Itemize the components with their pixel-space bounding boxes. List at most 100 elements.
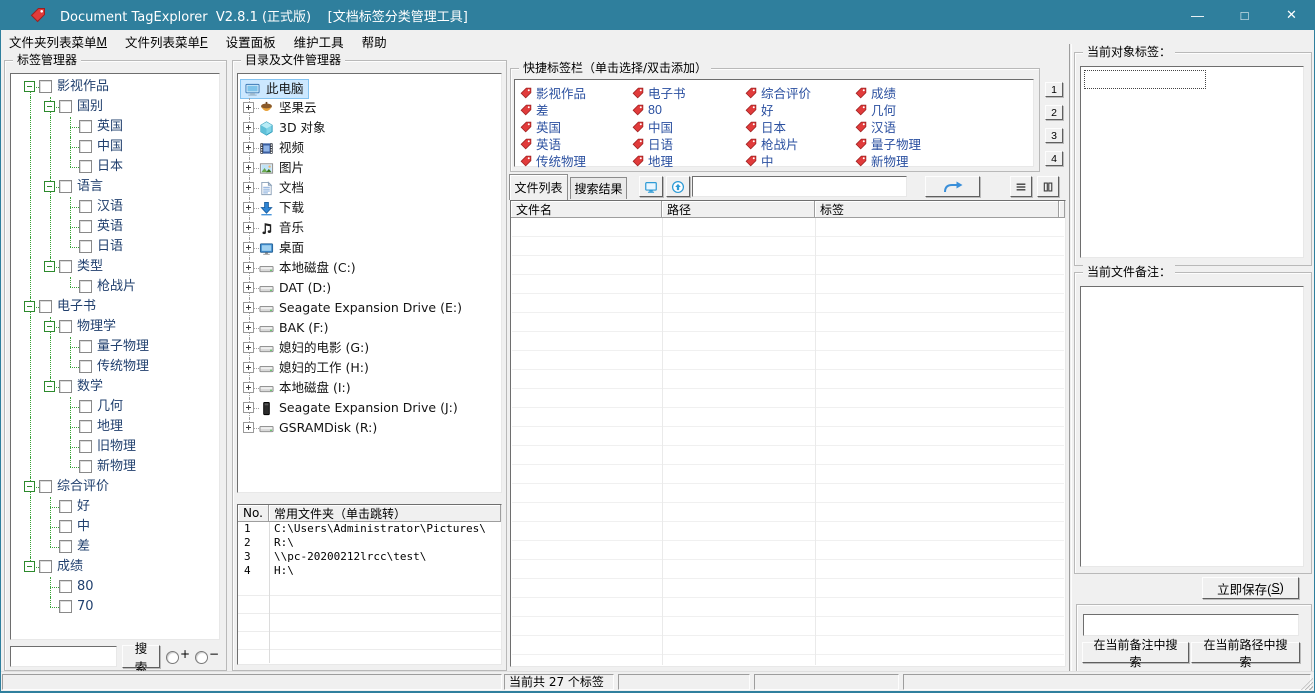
collapse-toggle-icon[interactable] <box>24 301 35 312</box>
expand-toggle-icon[interactable] <box>243 362 254 373</box>
tag-checkbox[interactable] <box>59 580 72 593</box>
quick-tag-page-button-3[interactable]: 3 <box>1045 128 1063 143</box>
save-now-button[interactable]: 立即保存(S) <box>1202 577 1299 599</box>
column-view-button[interactable] <box>1037 176 1059 197</box>
tag-tree-item[interactable]: 英国 <box>11 117 219 137</box>
tag-checkbox[interactable] <box>79 240 92 253</box>
tag-tree[interactable]: 影视作品国别英国中国日本语言汉语英语日语类型枪战片电子书物理学量子物理传统物理数… <box>10 73 220 640</box>
quick-tag[interactable]: 新物理 <box>855 152 1033 169</box>
column-header-path[interactable]: 路径 <box>662 201 815 218</box>
expand-toggle-icon[interactable] <box>243 102 254 113</box>
directory-item[interactable]: Seagate Expansion Drive (E:) <box>238 298 501 318</box>
expand-toggle-icon[interactable] <box>243 322 254 333</box>
tag-checkbox[interactable] <box>59 380 72 393</box>
tag-tree-item[interactable]: 成绩 <box>11 557 219 577</box>
show-computer-button[interactable] <box>639 176 663 197</box>
tag-tree-item[interactable]: 物理学 <box>11 317 219 337</box>
column-header-folder[interactable]: 常用文件夹（单击跳转） <box>269 505 501 522</box>
expand-all-radio[interactable] <box>166 651 179 664</box>
quick-tag[interactable]: 中国 <box>632 118 745 135</box>
tag-tree-item[interactable]: 好 <box>11 497 219 517</box>
quick-tag[interactable]: 汉语 <box>855 118 1033 135</box>
menu-item-文件列表菜单[interactable]: 文件列表菜单F <box>116 30 217 53</box>
note-search-input[interactable] <box>1083 614 1299 636</box>
collapse-toggle-icon[interactable] <box>44 381 55 392</box>
tag-checkbox[interactable] <box>79 160 92 173</box>
list-view-button[interactable] <box>1010 176 1032 197</box>
tag-checkbox[interactable] <box>39 300 52 313</box>
quick-tag[interactable]: 量子物理 <box>855 135 1033 152</box>
common-folder-row[interactable]: 2R:\ <box>238 536 501 550</box>
expand-toggle-icon[interactable] <box>243 202 254 213</box>
directory-item[interactable]: 文档 <box>238 178 501 198</box>
maximize-button[interactable]: □ <box>1221 0 1268 30</box>
column-header-tags[interactable]: 标签 <box>815 201 1059 218</box>
tag-checkbox[interactable] <box>59 520 72 533</box>
collapse-toggle-icon[interactable] <box>24 561 35 572</box>
menu-item-文件夹列表菜单[interactable]: 文件夹列表菜单M <box>0 30 116 53</box>
quick-tag[interactable]: 日本 <box>745 118 855 135</box>
directory-item[interactable]: 媳妇的电影 (G:) <box>238 338 501 358</box>
expand-toggle-icon[interactable] <box>243 162 254 173</box>
tag-checkbox[interactable] <box>79 340 92 353</box>
tag-tree-item[interactable]: 电子书 <box>11 297 219 317</box>
tag-checkbox[interactable] <box>79 220 92 233</box>
directory-item[interactable]: BAK (F:) <box>238 318 501 338</box>
tag-tree-item[interactable]: 量子物理 <box>11 337 219 357</box>
tag-checkbox[interactable] <box>59 600 72 613</box>
expand-toggle-icon[interactable] <box>243 182 254 193</box>
quick-tag[interactable]: 好 <box>745 101 855 118</box>
quick-tag[interactable]: 中 <box>745 152 855 169</box>
common-folders-table[interactable]: No. 常用文件夹（单击跳转） 1C:\Users\Administrator\… <box>237 504 502 665</box>
tag-checkbox[interactable] <box>79 440 92 453</box>
quick-tag[interactable]: 地理 <box>632 152 745 169</box>
tag-tree-item[interactable]: 地理 <box>11 417 219 437</box>
focused-empty-item[interactable] <box>1084 70 1206 89</box>
tag-tree-item[interactable]: 70 <box>11 597 219 617</box>
tag-tree-item[interactable]: 汉语 <box>11 197 219 217</box>
expand-toggle-icon[interactable] <box>243 122 254 133</box>
menu-item-设置面板[interactable]: 设置面板 <box>217 30 285 53</box>
tag-checkbox[interactable] <box>59 540 72 553</box>
tag-tree-item[interactable]: 影视作品 <box>11 77 219 97</box>
tag-search-button[interactable]: 搜索 <box>122 645 160 668</box>
quick-tag-page-button-2[interactable]: 2 <box>1045 105 1063 120</box>
tag-checkbox[interactable] <box>59 260 72 273</box>
close-button[interactable]: ✕ <box>1268 0 1315 30</box>
tag-checkbox[interactable] <box>59 320 72 333</box>
column-header-filename[interactable]: 文件名 <box>511 201 662 218</box>
collapse-toggle-icon[interactable] <box>24 481 35 492</box>
tag-checkbox[interactable] <box>39 80 52 93</box>
file-note-textarea[interactable] <box>1080 286 1304 567</box>
tag-tree-item[interactable]: 传统物理 <box>11 357 219 377</box>
expand-toggle-icon[interactable] <box>243 282 254 293</box>
tag-checkbox[interactable] <box>59 180 72 193</box>
expand-toggle-icon[interactable] <box>243 142 254 153</box>
expand-toggle-icon[interactable] <box>243 302 254 313</box>
expand-toggle-icon[interactable] <box>243 262 254 273</box>
go-up-button[interactable] <box>666 176 690 197</box>
directory-item[interactable]: 图片 <box>238 158 501 178</box>
tag-checkbox[interactable] <box>79 400 92 413</box>
tag-tree-item[interactable]: 综合评价 <box>11 477 219 497</box>
tag-tree-item[interactable]: 几何 <box>11 397 219 417</box>
tag-tree-item[interactable]: 类型 <box>11 257 219 277</box>
directory-item[interactable]: GSRAMDisk (R:) <box>238 418 501 438</box>
collapse-toggle-icon[interactable] <box>24 81 35 92</box>
file-filter-input[interactable] <box>692 176 907 197</box>
quick-tag[interactable]: 80 <box>632 101 745 118</box>
quick-tag[interactable]: 传统物理 <box>520 152 632 169</box>
tag-checkbox[interactable] <box>39 560 52 573</box>
tag-tree-item[interactable]: 国别 <box>11 97 219 117</box>
tag-tree-item[interactable]: 差 <box>11 537 219 557</box>
expand-toggle-icon[interactable] <box>243 242 254 253</box>
collapse-toggle-icon[interactable] <box>44 101 55 112</box>
quick-tag[interactable]: 差 <box>520 101 632 118</box>
tag-tree-item[interactable]: 中 <box>11 517 219 537</box>
directory-item[interactable]: DAT (D:) <box>238 278 501 298</box>
quick-tag[interactable]: 成绩 <box>855 84 1033 101</box>
tag-tree-item[interactable]: 新物理 <box>11 457 219 477</box>
quick-tag-page-button-1[interactable]: 1 <box>1045 82 1063 97</box>
menu-item-维护工具[interactable]: 维护工具 <box>285 30 353 53</box>
quick-tag[interactable]: 枪战片 <box>745 135 855 152</box>
